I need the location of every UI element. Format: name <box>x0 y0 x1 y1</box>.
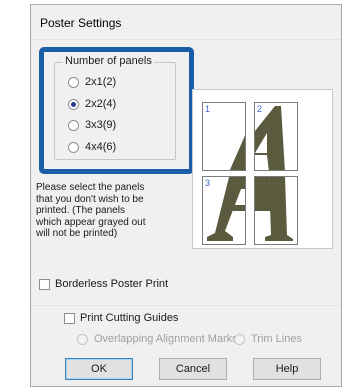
cancel-button[interactable]: Cancel <box>159 358 227 380</box>
section-divider <box>31 305 341 306</box>
number-of-panels-group: Number of panels 2x1(2) 2x2(4) 3x3(9) 4x… <box>54 55 176 160</box>
panels-highlight-frame: Number of panels 2x1(2) 2x2(4) 3x3(9) 4x… <box>39 47 194 174</box>
print-cutting-guides-option[interactable]: Print Cutting Guides <box>64 312 178 324</box>
radio-3x3-label: 3x3(9) <box>85 119 117 131</box>
radio-2x1[interactable]: 2x1(2) <box>68 74 116 90</box>
preview-panel-2[interactable]: 2 <box>254 102 298 171</box>
help-button[interactable]: Help <box>253 358 321 380</box>
preview-panel-1[interactable]: 1 <box>202 102 246 171</box>
trim-lines-label: Trim Lines <box>251 333 302 345</box>
cutting-guides-label: Print Cutting Guides <box>80 312 179 324</box>
poster-preview: 1 2 3 4 <box>192 89 333 249</box>
trim-lines-radio <box>234 333 245 345</box>
panel-selection-instructions: Please select the panels that you don't … <box>36 182 146 239</box>
cutting-guides-checkbox[interactable] <box>64 312 75 324</box>
borderless-checkbox[interactable] <box>39 278 50 290</box>
letter-a-bottom-left-icon <box>207 177 245 241</box>
radio-4x4[interactable]: 4x4(6) <box>68 139 116 155</box>
letter-a-top-right-icon <box>255 106 285 170</box>
letter-a-top-left-icon <box>229 135 245 170</box>
radio-3x3[interactable]: 3x3(9) <box>68 117 116 133</box>
radio-3x3-button[interactable] <box>68 119 79 131</box>
radio-2x2[interactable]: 2x2(4) <box>68 96 116 112</box>
ok-button[interactable]: OK <box>65 358 133 380</box>
letter-a-bottom-right-icon <box>255 177 293 241</box>
radio-4x4-button[interactable] <box>68 141 79 153</box>
trim-lines-option: Trim Lines <box>234 331 302 347</box>
borderless-poster-print-option[interactable]: Borderless Poster Print <box>39 278 168 290</box>
poster-settings-dialog: Poster Settings Number of panels 2x1(2) … <box>30 4 342 387</box>
dialog-titlebar: Poster Settings <box>31 5 341 40</box>
overlapping-marks-label: Overlapping Alignment Marks <box>94 333 238 345</box>
preview-panel-3[interactable]: 3 <box>202 176 246 245</box>
radio-selected-dot <box>71 101 76 107</box>
borderless-label: Borderless Poster Print <box>55 278 169 290</box>
radio-4x4-label: 4x4(6) <box>85 141 117 153</box>
overlapping-marks-radio <box>77 333 88 345</box>
number-of-panels-label: Number of panels <box>63 55 154 67</box>
radio-2x1-label: 2x1(2) <box>85 76 117 88</box>
overlapping-alignment-marks-option: Overlapping Alignment Marks <box>77 331 238 347</box>
radio-2x2-label: 2x2(4) <box>85 98 117 110</box>
dialog-title: Poster Settings <box>40 16 122 30</box>
radio-2x2-button[interactable] <box>68 98 79 110</box>
preview-panel-4[interactable]: 4 <box>254 176 298 245</box>
radio-2x1-button[interactable] <box>68 76 79 88</box>
